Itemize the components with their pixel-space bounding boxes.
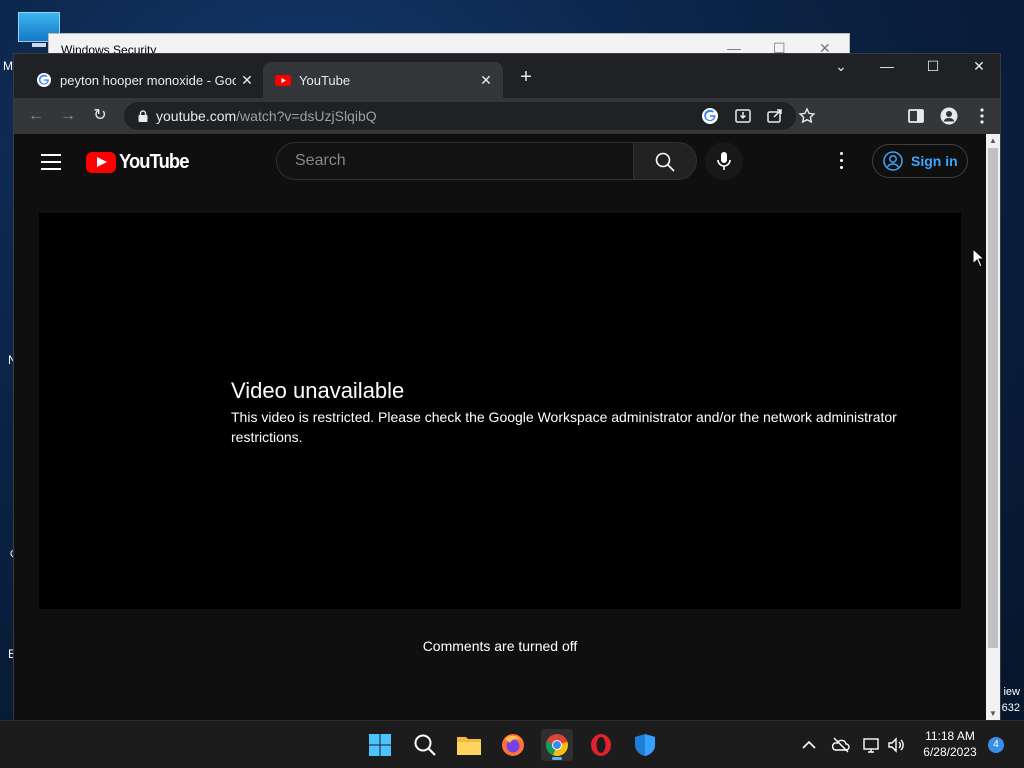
chrome-window: peyton hooper monoxide - Google Search ✕…	[13, 53, 1001, 721]
scroll-down-arrow[interactable]: ▼	[986, 707, 1000, 721]
bookmark-star-icon[interactable]	[798, 107, 816, 125]
chrome-button[interactable]	[541, 729, 573, 761]
hamburger-menu-icon[interactable]	[41, 154, 61, 170]
desktop-text-fragment: 632	[1001, 702, 1020, 714]
network-icon[interactable]	[862, 735, 882, 755]
tab-label: peyton hooper monoxide - Google Search	[60, 72, 236, 88]
sign-in-button[interactable]: Sign in	[872, 144, 968, 178]
microphone-icon	[717, 152, 731, 170]
close-button[interactable]: ✕	[964, 58, 994, 75]
url-path: /watch?v=dsUzjSlqibQ	[236, 108, 377, 124]
profile-icon[interactable]	[940, 107, 958, 125]
address-bar[interactable]: youtube.com/watch?v=dsUzjSlqibQ	[124, 102, 816, 130]
show-hidden-icons-icon[interactable]	[799, 735, 819, 755]
opera-icon	[591, 734, 611, 756]
url-text: youtube.com/watch?v=dsUzjSlqibQ	[156, 108, 377, 124]
tab-google-search[interactable]: peyton hooper monoxide - Google Search ✕	[24, 62, 264, 98]
minimize-button[interactable]: —	[872, 58, 902, 74]
search-icon	[414, 734, 436, 756]
browser-toolbar: ← → ↻ youtube.com/watch?v=dsUzjSlqibQ	[14, 98, 1000, 134]
url-host: youtube.com	[156, 108, 237, 124]
scrollbar-thumb[interactable]	[988, 148, 998, 648]
taskbar-search-button[interactable]	[409, 729, 441, 761]
clock-date: 6/28/2023	[923, 745, 977, 759]
page-scrollbar[interactable]: ▲ ▼	[986, 134, 1000, 721]
volume-icon[interactable]	[886, 735, 906, 755]
desktop-label-fragment: M	[3, 59, 13, 73]
notification-badge[interactable]: 4	[988, 737, 1004, 753]
error-message: This video is restricted. Please check t…	[231, 409, 897, 445]
search-button[interactable]	[633, 142, 697, 180]
google-icon	[37, 73, 51, 87]
defender-button[interactable]	[629, 729, 661, 761]
firefox-button[interactable]	[497, 729, 529, 761]
error-title: Video unavailable	[231, 378, 405, 403]
file-explorer-button[interactable]	[453, 729, 485, 761]
file-explorer-icon	[457, 737, 481, 755]
youtube-logo-text: YouTube	[119, 150, 189, 173]
google-lens-icon[interactable]	[701, 107, 719, 125]
tab-youtube[interactable]: YouTube ✕	[263, 62, 503, 98]
tab-strip: peyton hooper monoxide - Google Search ✕…	[14, 54, 1000, 98]
reload-button[interactable]: ↻	[90, 106, 110, 126]
forward-button[interactable]: →	[58, 106, 78, 126]
youtube-icon	[275, 75, 291, 86]
account-icon	[883, 151, 903, 171]
taskbar: 11:18 AM 6/28/2023 4	[0, 720, 1024, 768]
mouse-cursor	[972, 248, 984, 268]
system-clock[interactable]: 11:18 AM 6/28/2023	[914, 728, 986, 760]
active-indicator	[552, 757, 562, 760]
scroll-up-arrow[interactable]: ▲	[986, 134, 1000, 148]
chrome-icon	[545, 734, 568, 757]
opera-button[interactable]	[585, 729, 617, 761]
search-input[interactable]	[293, 151, 617, 171]
tab-label: YouTube	[299, 72, 351, 88]
side-panel-icon[interactable]	[907, 107, 925, 125]
maximize-button[interactable]: ☐	[918, 58, 948, 75]
lock-icon[interactable]	[136, 109, 150, 123]
search-icon	[655, 152, 675, 172]
youtube-logo[interactable]: YouTube	[86, 150, 195, 174]
defender-icon	[635, 734, 655, 756]
start-button[interactable]	[364, 729, 396, 761]
install-app-icon[interactable]	[734, 107, 752, 125]
tab-close-icon[interactable]: ✕	[236, 72, 258, 89]
onedrive-offline-icon[interactable]	[831, 735, 851, 755]
tab-close-icon[interactable]: ✕	[475, 72, 497, 89]
youtube-play-icon	[86, 151, 116, 173]
chrome-menu-icon[interactable]	[973, 107, 991, 125]
settings-kebab-icon[interactable]	[839, 152, 845, 172]
sign-in-label: Sign in	[911, 153, 958, 169]
search-box	[276, 142, 633, 180]
new-tab-button[interactable]: +	[514, 66, 538, 89]
video-player[interactable]: Video unavailable This video is restrict…	[39, 213, 961, 609]
comments-status: Comments are turned off	[422, 638, 578, 654]
back-button[interactable]: ←	[26, 106, 46, 126]
firefox-icon	[502, 734, 524, 756]
tab-search-button[interactable]: ⌄	[826, 58, 856, 75]
clock-time: 11:18 AM	[925, 729, 975, 743]
start-icon	[369, 734, 391, 756]
youtube-page: YouTube Sign in	[14, 134, 986, 721]
desktop-text-fragment: iew	[1003, 686, 1020, 698]
share-icon[interactable]	[766, 107, 784, 125]
voice-search-button[interactable]	[705, 142, 743, 180]
